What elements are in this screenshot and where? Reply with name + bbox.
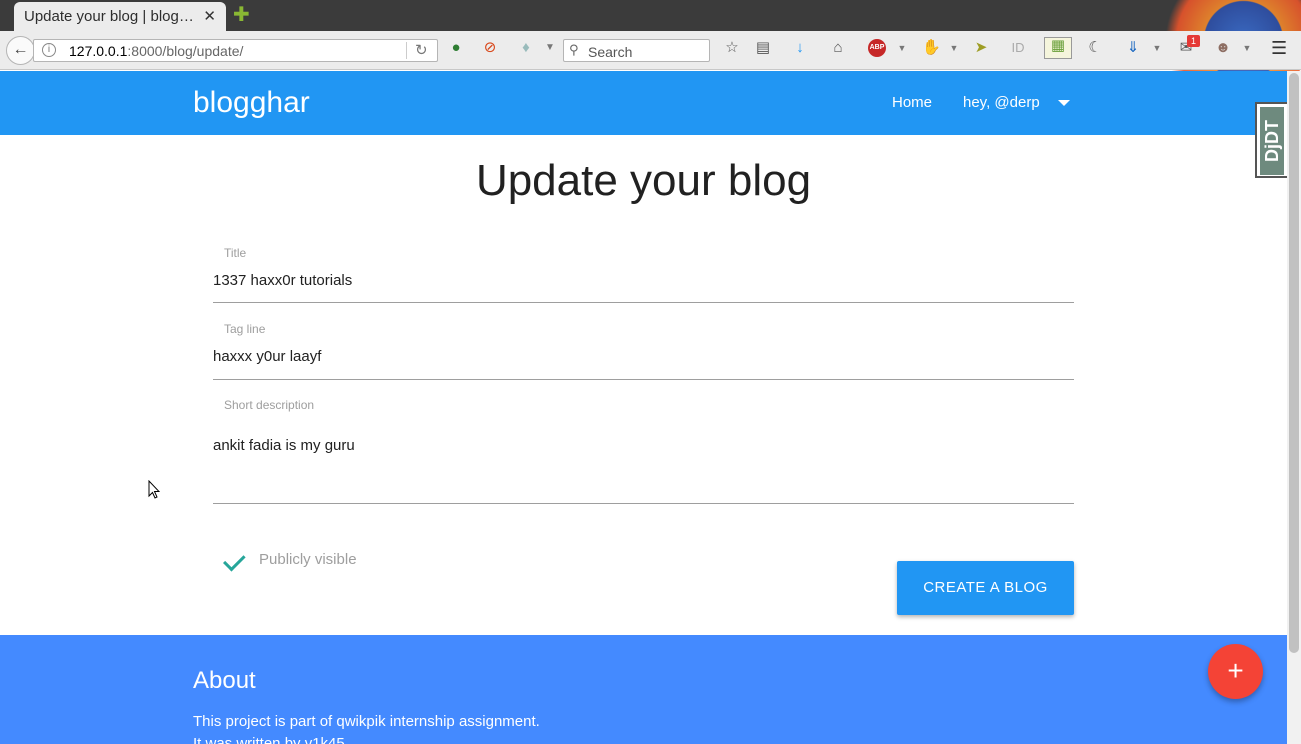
footer-line-1: This project is part of qwikpik internsh…: [193, 713, 540, 730]
url-bar[interactable]: i 127.0.0.1:8000/blog/update/ ↻: [33, 39, 438, 62]
url-host: 127.0.0.1: [69, 43, 128, 59]
tagline-input[interactable]: haxxx y0ur laayf: [213, 348, 321, 365]
chevron-down-icon[interactable]: ▼: [1239, 40, 1255, 56]
reload-icon[interactable]: ↻: [415, 41, 428, 59]
footer-line-2: It was written by v1k45: [193, 735, 345, 744]
public-checkbox-checkmark-icon[interactable]: [223, 548, 246, 572]
nav-home-link[interactable]: Home: [892, 94, 932, 111]
description-textarea[interactable]: ankit fadia is my guru: [213, 437, 355, 454]
title-input[interactable]: 1337 haxx0r tutorials: [213, 272, 352, 289]
chevron-down-icon[interactable]: ▼: [1149, 40, 1165, 56]
title-label: Title: [224, 246, 247, 260]
bookmark-star-icon[interactable]: ☆: [724, 40, 740, 56]
browser-tab-active[interactable]: Update your blog | blog… ✕: [14, 2, 226, 32]
tab-title: Update your blog | blog…: [24, 8, 194, 25]
page-content: blogghar Home hey, @derp Update your blo…: [0, 71, 1287, 744]
footer: About This project is part of qwikpik in…: [0, 635, 1287, 744]
debug-toolbar-label: DjDT: [1260, 107, 1284, 175]
description-field[interactable]: Short description ankit fadia is my guru: [213, 395, 1074, 504]
search-bar[interactable]: ⚲ Search: [563, 39, 710, 62]
adblock-icon[interactable]: ABP: [868, 39, 886, 57]
moon-icon[interactable]: ☾: [1087, 40, 1103, 56]
search-icon: ⚲: [569, 42, 579, 57]
nav-user-menu[interactable]: hey, @derp: [963, 94, 1040, 111]
chevron-down-icon[interactable]: ▼: [542, 40, 558, 56]
monkey-icon[interactable]: ☻: [1215, 40, 1231, 56]
scrollbar-thumb[interactable]: [1289, 73, 1299, 653]
tagline-label: Tag line: [224, 322, 266, 336]
app-header: blogghar Home hey, @derp: [0, 71, 1287, 135]
tagline-field[interactable]: Tag line haxxx y0ur laayf: [213, 319, 1074, 380]
extension-hand-icon[interactable]: ✋: [922, 40, 941, 56]
browser-toolbar: ← i 127.0.0.1:8000/blog/update/ ↻ ● ⊘ ♦ …: [0, 31, 1301, 70]
pointer-icon[interactable]: ➤: [973, 40, 989, 56]
extension-green-icon[interactable]: ●: [448, 40, 464, 56]
description-label: Short description: [224, 398, 315, 412]
browser-tab-bar: Update your blog | blog… ✕ ✚: [0, 0, 1301, 90]
extension-block-icon[interactable]: ⊘: [482, 40, 498, 56]
home-icon[interactable]: ⌂: [830, 40, 846, 56]
brand-logo[interactable]: blogghar: [193, 86, 310, 120]
url-text: 127.0.0.1:8000/blog/update/: [69, 43, 243, 59]
debug-toolbar-handle[interactable]: DjDT: [1255, 102, 1287, 178]
reading-list-icon[interactable]: ▤: [755, 40, 771, 56]
info-icon[interactable]: i: [42, 43, 56, 57]
chevron-down-icon[interactable]: ▼: [946, 40, 962, 56]
search-input-placeholder: Search: [588, 44, 633, 60]
page-title: Update your blog: [475, 156, 812, 205]
title-field[interactable]: Title 1337 haxx0r tutorials: [213, 243, 1074, 303]
ld-icon[interactable]: ID: [1010, 40, 1026, 56]
public-checkbox-label[interactable]: Publicly visible: [259, 551, 357, 568]
download-circle-icon[interactable]: ⇓: [1125, 40, 1141, 56]
add-fab-button[interactable]: +: [1208, 644, 1263, 699]
close-tab-icon[interactable]: ✕: [203, 2, 216, 31]
extension-puzzle-icon[interactable]: ♦: [518, 40, 534, 56]
screenshot-icon[interactable]: ▦: [1044, 37, 1072, 59]
caret-down-icon[interactable]: [1058, 100, 1070, 106]
download-icon[interactable]: ↓: [792, 40, 808, 56]
menu-hamburger-icon[interactable]: ☰: [1271, 39, 1287, 57]
new-tab-icon[interactable]: ✚: [233, 4, 250, 26]
url-divider: [406, 42, 407, 59]
url-path: :8000/blog/update/: [127, 43, 244, 59]
create-blog-button[interactable]: CREATE A BLOG: [897, 561, 1074, 615]
footer-text: This project is part of qwikpik internsh…: [193, 711, 540, 744]
footer-title: About: [193, 667, 256, 694]
chevron-down-icon[interactable]: ▼: [894, 40, 910, 56]
notification-badge: 1: [1187, 35, 1200, 47]
back-arrow-icon[interactable]: ←: [6, 36, 35, 65]
